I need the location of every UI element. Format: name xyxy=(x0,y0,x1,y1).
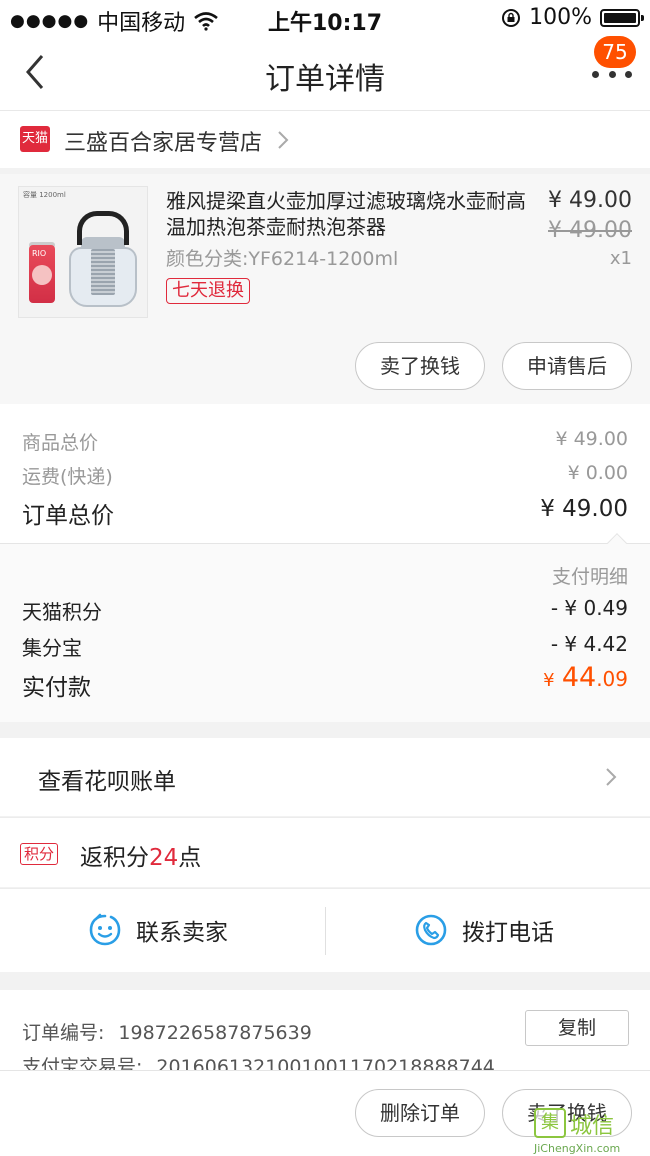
jifenbao-value: - ¥ 4.42 xyxy=(550,632,628,656)
order-number-line: 订单编号: 1987226587875639 xyxy=(22,1018,312,1045)
nav-bar: 订单详情 75 xyxy=(0,36,650,110)
status-bar: ●●●●● 中国移动 上午10:17 100% xyxy=(0,0,650,36)
actual-paid-row: 实付款 ¥ 44.09 xyxy=(22,662,628,702)
shipping-value: ¥ 0.00 xyxy=(567,462,628,484)
product-spec: 颜色分类:YF6214-1200ml xyxy=(166,248,399,270)
sell-for-cash-button[interactable]: 卖了换钱 xyxy=(355,342,485,390)
jifenbao-label: 集分宝 xyxy=(22,636,82,660)
goods-total-row: 商品总价 ¥ 49.00 xyxy=(22,428,628,455)
points-suffix: 点 xyxy=(178,845,202,871)
order-number-label: 订单编号: xyxy=(22,1022,105,1044)
phone-icon xyxy=(415,914,447,946)
order-total-label: 订单总价 xyxy=(22,503,114,529)
product-quantity: x1 xyxy=(609,248,632,269)
battery-icon xyxy=(600,8,644,27)
teapot-filter-shape xyxy=(91,249,115,295)
can-label: RIO xyxy=(32,249,47,258)
status-bar-right: 100% xyxy=(501,5,644,30)
jifenbao-row: 集分宝 - ¥ 4.42 xyxy=(22,632,628,661)
store-row[interactable]: 天猫 三盛百合家居专营店 xyxy=(0,110,650,168)
actual-paid-currency: ¥ xyxy=(543,670,555,691)
chevron-right-icon xyxy=(606,768,617,786)
order-total-value: ¥ 49.00 xyxy=(540,496,628,522)
actual-paid-integer: 44 xyxy=(561,662,597,693)
product-image-size-tag: 容量 1200ml xyxy=(23,191,66,199)
product-card: 容量 1200ml RIO 雅风提梁直火壶加厚过滤玻璃烧水壶耐高温加热泡茶壶耐热… xyxy=(0,174,650,404)
contact-seller-button[interactable]: 联系卖家 xyxy=(88,913,228,947)
product-title[interactable]: 雅风提梁直火壶加厚过滤玻璃烧水壶耐高温加热泡茶壶耐热泡茶器 xyxy=(166,188,532,240)
call-phone-label: 拨打电话 xyxy=(462,920,554,946)
chevron-right-icon xyxy=(278,131,289,149)
goods-total-label: 商品总价 xyxy=(22,432,99,454)
tmall-points-value: - ¥ 0.49 xyxy=(550,596,628,620)
more-dot xyxy=(592,70,599,78)
message-count-badge: 75 xyxy=(594,36,636,68)
alipay-trade-number-label: 支付宝交易号: xyxy=(22,1056,143,1070)
after-sale-button[interactable]: 申请售后 xyxy=(502,342,632,390)
actual-paid-label: 实付款 xyxy=(22,675,91,701)
copy-button[interactable]: 复制 xyxy=(525,1010,629,1046)
teapot-handle-shape xyxy=(77,211,129,245)
points-row: 积分 返积分24点 xyxy=(0,817,650,887)
huabei-bill-label: 查看花呗账单 xyxy=(38,769,176,795)
shipping-row: 运费(快递) ¥ 0.00 xyxy=(22,462,628,489)
actual-paid-amount: ¥ 44.09 xyxy=(543,662,628,693)
product-price: ¥ 49.00 xyxy=(548,188,632,213)
call-phone-button[interactable]: 拨打电话 xyxy=(414,913,554,947)
order-number-value: 1987226587875639 xyxy=(118,1022,312,1044)
store-name: 三盛百合家居专营店 xyxy=(64,131,263,156)
tmall-logo: 天猫 xyxy=(20,126,50,152)
battery-percent: 100% xyxy=(529,5,592,30)
tmall-points-label: 天猫积分 xyxy=(22,600,102,624)
divider xyxy=(325,907,326,955)
watermark-name: 城信 xyxy=(570,1114,615,1139)
order-total-row: 订单总价 ¥ 49.00 xyxy=(22,496,628,530)
points-tag: 积分 xyxy=(20,843,59,865)
watermark-url: JiChengXin.com xyxy=(534,1142,621,1155)
huabei-bill-row[interactable]: 查看花呗账单 xyxy=(0,738,650,816)
order-info: 订单编号: 1987226587875639 复制 支付宝交易号: 20160613… xyxy=(0,990,650,1070)
contact-row: 联系卖家 拨打电话 xyxy=(0,888,650,972)
points-prefix: 返积分 xyxy=(80,845,149,871)
shipping-label: 运费(快递) xyxy=(22,466,113,488)
product-original-price: ¥ 49.00 xyxy=(548,218,632,243)
points-number: 24 xyxy=(149,845,179,871)
more-dot xyxy=(625,70,632,78)
product-image[interactable]: 容量 1200ml RIO xyxy=(18,186,148,318)
orientation-lock-icon xyxy=(502,8,521,27)
alipay-trade-number-value: 2016061321001001170218888744 xyxy=(156,1056,495,1070)
chat-face-icon xyxy=(89,913,121,946)
more-dot xyxy=(608,70,616,78)
alipay-trade-number-line: 支付宝交易号: 2016061321001001170218888744 xyxy=(22,1052,495,1070)
page-title: 订单详情 xyxy=(265,62,385,97)
site-watermark: 集 城信 JiChengXin.com xyxy=(534,1108,650,1156)
delete-order-button[interactable]: 删除订单 xyxy=(355,1089,485,1137)
points-text: 返积分24点 xyxy=(80,838,201,872)
drink-can-shape: RIO xyxy=(29,245,55,303)
contact-seller-label: 联系卖家 xyxy=(136,920,228,946)
tmall-points-row: 天猫积分 - ¥ 0.49 xyxy=(22,596,628,625)
goods-total-value: ¥ 49.00 xyxy=(555,428,628,450)
seven-day-return-tag: 七天退换 xyxy=(166,278,250,304)
price-summary: 商品总价 ¥ 49.00 运费(快递) ¥ 0.00 订单总价 ¥ 49.00 … xyxy=(0,404,650,722)
actual-paid-decimal: .09 xyxy=(596,667,628,691)
payment-details: 支付明细 天猫积分 - ¥ 0.49 集分宝 - ¥ 4.42 实付款 ¥ 44… xyxy=(0,544,650,722)
watermark-logo: 集 xyxy=(534,1108,566,1138)
payment-detail-label: 支付明细 xyxy=(551,566,628,588)
